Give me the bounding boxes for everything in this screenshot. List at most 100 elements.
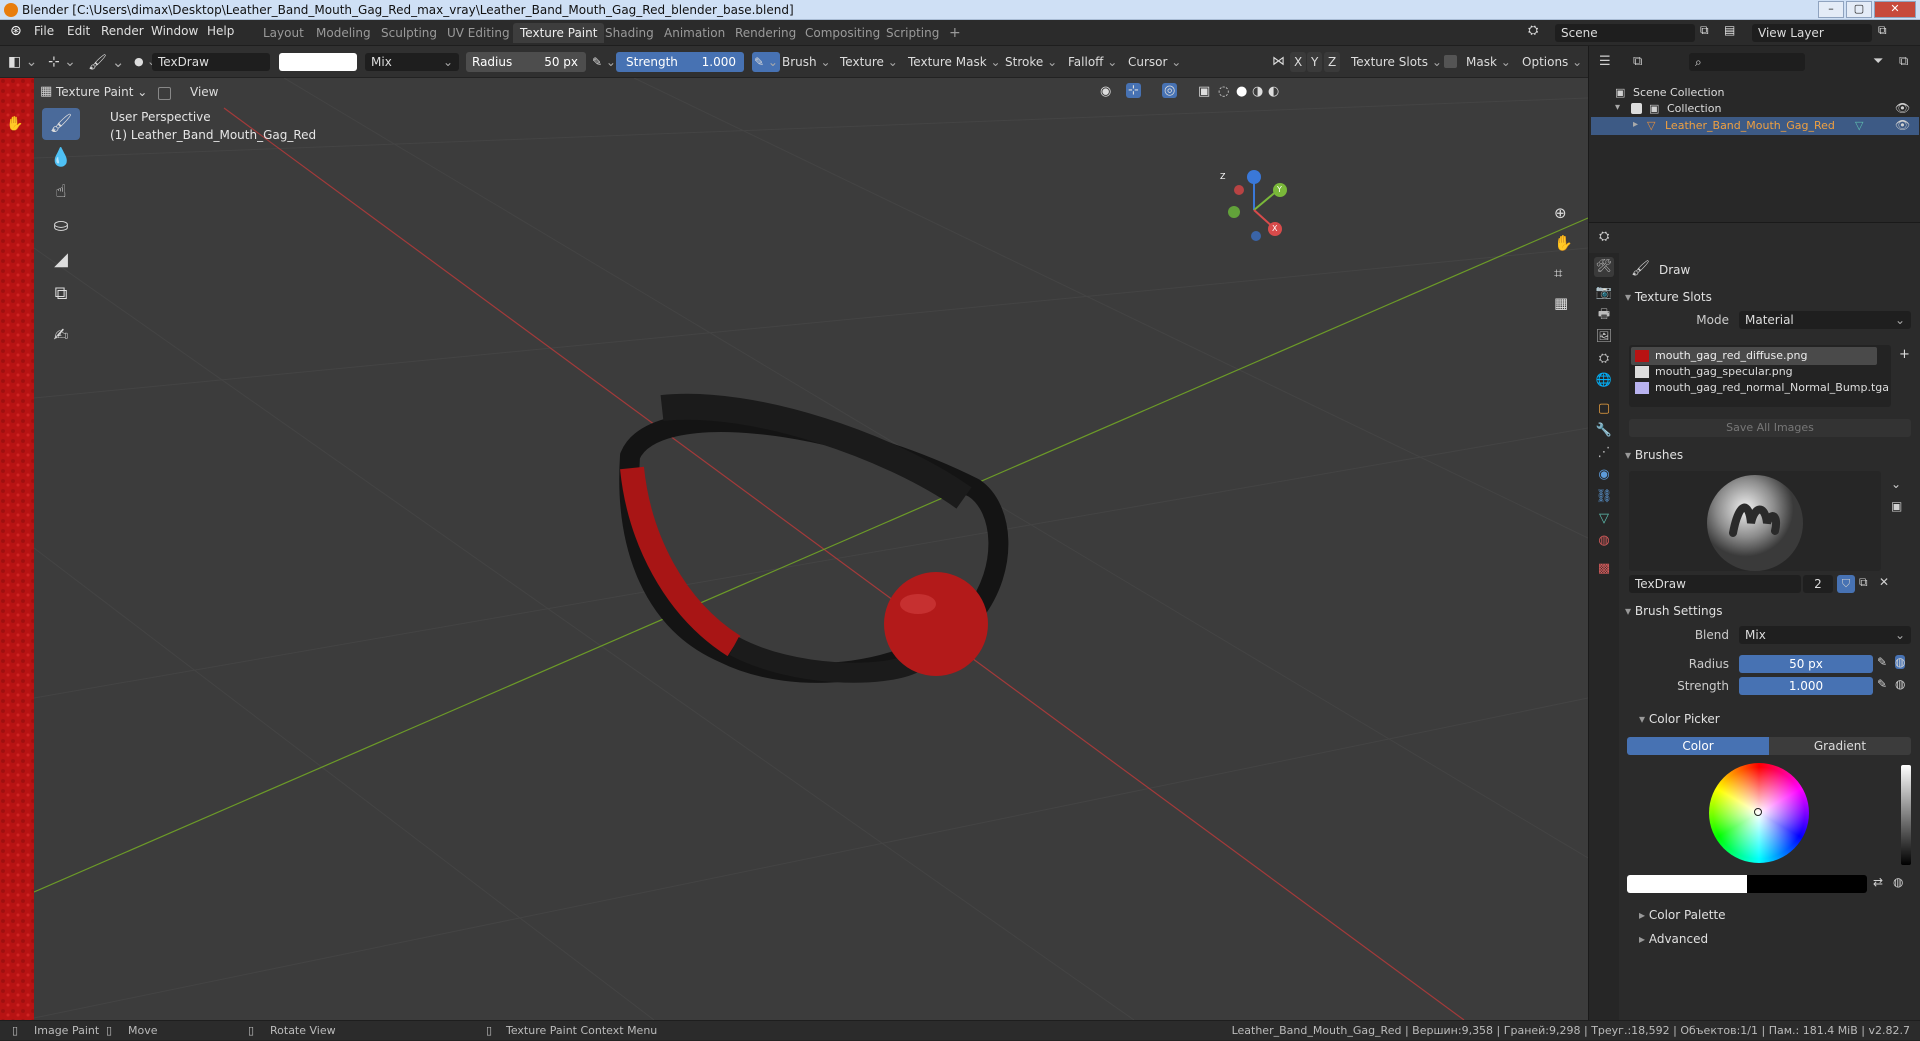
slot-name-diffuse[interactable]: mouth_gag_red_diffuse.png	[1655, 349, 1807, 362]
tab-rendering[interactable]: Rendering	[728, 23, 803, 43]
output-tab-icon[interactable]: 🖶	[1594, 305, 1614, 325]
render-tab-icon[interactable]: 📷	[1594, 283, 1614, 303]
color-picker-header[interactable]: Color Picker	[1639, 707, 1720, 731]
mask-tool-icon[interactable]: ⧉	[42, 278, 80, 310]
tab-uv-editing[interactable]: UV Editing	[440, 23, 517, 43]
brush-preview-box[interactable]	[1629, 471, 1881, 571]
texture-tab-icon[interactable]: ▩	[1594, 559, 1614, 579]
tool-tab-icon[interactable]: 🛠	[1594, 257, 1614, 277]
radius-pressure-icon[interactable]: ✎	[1877, 655, 1887, 669]
filter-icon[interactable]: ⏷	[1873, 54, 1883, 69]
minimize-button[interactable]: –	[1818, 1, 1844, 18]
material-tab-icon[interactable]: ◍	[1594, 531, 1614, 551]
strength-pressure-icon[interactable]: ✎	[752, 52, 780, 72]
slot-name-specular[interactable]: mouth_gag_specular.png	[1655, 365, 1793, 378]
slot-name-normal[interactable]: mouth_gag_red_normal_Normal_Bump.tga	[1655, 381, 1889, 394]
properties-editor-icon[interactable]: ⛭	[1599, 229, 1609, 244]
visibility-icon[interactable]: ◉	[1100, 84, 1111, 99]
ortho-toggle-icon[interactable]: ▦	[1554, 294, 1568, 312]
strength-pressure-icon[interactable]: ✎	[1877, 677, 1887, 691]
menu-help[interactable]: Help	[207, 24, 234, 38]
menu-render[interactable]: Render	[101, 24, 144, 38]
unlink-brush-icon[interactable]: ✕	[1879, 575, 1889, 589]
constraints-tab-icon[interactable]: ⛓	[1594, 487, 1614, 507]
blend-dropdown[interactable]: Mix ⌄	[365, 53, 459, 71]
cursor-menu[interactable]: Cursor	[1128, 52, 1181, 72]
view-layer-field[interactable]: View Layer	[1752, 24, 1872, 42]
brush-color-swatch[interactable]	[279, 53, 357, 71]
swap-colors-icon[interactable]: ⇄	[1873, 875, 1883, 889]
editor-type-icon[interactable]: ◧	[8, 52, 37, 72]
primary-secondary-color-swatch[interactable]	[1627, 875, 1867, 893]
wireframe-shading-icon[interactable]: ◌	[1218, 84, 1229, 99]
tab-sculpting[interactable]: Sculpting	[374, 23, 444, 43]
brush-menu[interactable]: Brush	[782, 52, 831, 72]
gradient-tab[interactable]: Gradient	[1769, 737, 1911, 755]
outliner-editor-icon[interactable]: ☰	[1599, 54, 1611, 69]
texture-slots-menu[interactable]: Texture Slots	[1351, 52, 1442, 72]
radius-slider[interactable]: 50 px	[1739, 655, 1873, 673]
texture-mask-menu[interactable]: Texture Mask	[908, 52, 1001, 72]
color-tab[interactable]: Color	[1627, 737, 1769, 755]
view-toggle-icon[interactable]	[158, 87, 171, 100]
tab-texture-paint[interactable]: Texture Paint	[513, 23, 605, 43]
annotate-tool-icon[interactable]: ✍	[42, 320, 80, 352]
tab-shading[interactable]: Shading	[598, 23, 661, 43]
collection-label[interactable]: Collection	[1667, 102, 1721, 115]
display-mode-icon[interactable]: ⧉	[1633, 54, 1642, 69]
menu-window[interactable]: Window	[151, 24, 198, 38]
tool-settings-icon[interactable]: ⊹	[48, 52, 76, 72]
tab-animation[interactable]: Animation	[657, 23, 732, 43]
rendered-shading-icon[interactable]: ◐	[1268, 84, 1279, 99]
symmetry-x-button[interactable]: X	[1290, 52, 1307, 72]
mode-dropdown[interactable]: Material ⌄	[1739, 311, 1911, 329]
symmetry-z-button[interactable]: Z	[1324, 52, 1341, 72]
mask-menu[interactable]: Mask	[1466, 52, 1511, 72]
overlay-toggle-icon[interactable]: ◎	[1162, 83, 1178, 98]
brush-name-field[interactable]: TexDraw	[1629, 575, 1801, 593]
collection-checkbox[interactable]	[1631, 103, 1642, 114]
radius-unit-icon[interactable]: ◍	[1895, 655, 1906, 669]
tab-scripting[interactable]: Scripting	[879, 23, 946, 43]
object-tab-icon[interactable]: ▢	[1594, 399, 1614, 419]
solid-shading-icon[interactable]: ●	[1236, 84, 1247, 99]
material-shading-icon[interactable]: ◑	[1252, 84, 1263, 99]
mode-dropdown[interactable]: Texture Paint ⌄	[56, 85, 147, 99]
new-scene-icon[interactable]: ⧉	[1700, 23, 1709, 38]
brushes-header[interactable]: Brushes	[1625, 443, 1683, 467]
radius-pressure-icon[interactable]: ✎	[592, 52, 616, 72]
add-workspace-icon[interactable]: +	[942, 23, 968, 43]
gizmo-toggle-icon[interactable]: ⊹	[1126, 83, 1141, 98]
data-tab-icon[interactable]: ▽	[1594, 509, 1614, 529]
object-expand-icon[interactable]: ▸	[1633, 119, 1638, 130]
brush-users-count[interactable]: 2	[1803, 575, 1833, 593]
texture-menu[interactable]: Texture	[840, 52, 898, 72]
brush-image-icon[interactable]: ▣	[1891, 499, 1902, 513]
clone-tool-icon[interactable]: ⛀	[42, 210, 80, 242]
scene-collection-label[interactable]: Scene Collection	[1633, 86, 1724, 99]
options-menu[interactable]: Options	[1522, 52, 1582, 72]
new-view-layer-icon[interactable]: ⧉	[1878, 23, 1887, 38]
modifier-tab-icon[interactable]: 🔧	[1594, 421, 1614, 441]
scene-tab-icon[interactable]: ⛭	[1594, 349, 1614, 369]
color-wheel[interactable]	[1709, 763, 1809, 863]
collection-visibility-icon[interactable]: 👁	[1895, 101, 1910, 115]
fake-user-icon[interactable]: ⛉	[1837, 575, 1855, 593]
color-settings-icon[interactable]: ◍	[1893, 875, 1903, 889]
brush-browse-icon[interactable]: ⌄	[1891, 477, 1901, 491]
texture-slots-header[interactable]: Texture Slots	[1625, 285, 1712, 309]
duplicate-brush-icon[interactable]: ⧉	[1859, 575, 1868, 590]
pan-view-icon[interactable]: ✋	[1554, 234, 1573, 252]
fill-tool-icon[interactable]: ◢	[42, 244, 80, 276]
falloff-menu[interactable]: Falloff	[1068, 52, 1117, 72]
outliner-search-input[interactable]: ⌕	[1689, 53, 1805, 71]
strength-slider[interactable]: Strength 1.000	[616, 52, 744, 72]
brush-name-field[interactable]: TexDraw	[152, 53, 270, 71]
brush-icon[interactable]: 🖌	[88, 52, 124, 72]
color-palette-header[interactable]: Color Palette	[1639, 903, 1726, 927]
maximize-button[interactable]: ▢	[1846, 1, 1872, 18]
object-label[interactable]: Leather_Band_Mouth_Gag_Red	[1665, 119, 1835, 132]
tab-modeling[interactable]: Modeling	[309, 23, 378, 43]
new-collection-icon[interactable]: ⧉	[1899, 54, 1908, 69]
stroke-menu[interactable]: Stroke	[1005, 52, 1057, 72]
